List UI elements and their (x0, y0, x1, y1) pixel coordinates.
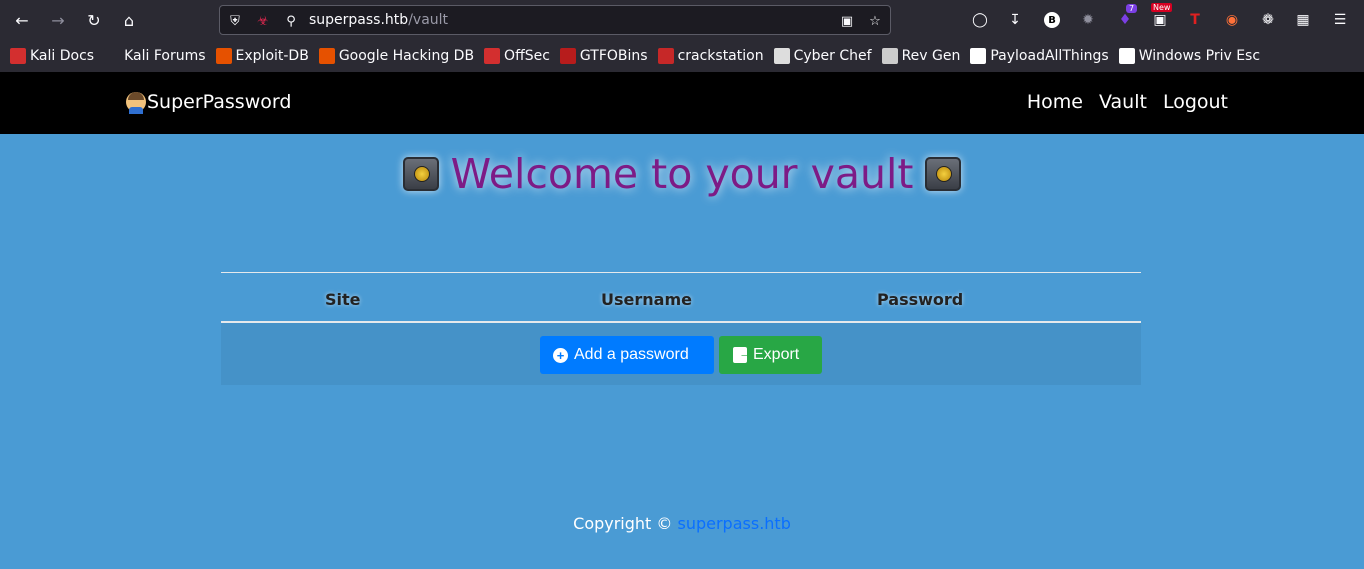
hamburger-menu-icon[interactable]: ☰ (1329, 9, 1351, 31)
table-row: + Add a password Export (221, 323, 1141, 385)
bookmark-label: Google Hacking DB (338, 48, 475, 64)
gtfobins-icon (559, 48, 576, 64)
nav-vault[interactable]: Vault (1099, 91, 1147, 113)
bookmark-label: Rev Gen (901, 48, 961, 64)
bookmark-item[interactable]: Windows Priv Esc (1118, 44, 1261, 68)
forward-arrow-icon[interactable]: → (46, 8, 70, 32)
column-username: Username (601, 290, 692, 309)
url-bar[interactable]: ⛨ ☣ ⚲ superpass.htb/vault ▣ ☆ (219, 5, 891, 35)
url-host: superpass.htb (309, 12, 409, 28)
table-header: Site Username Password (221, 272, 1141, 323)
bookmark-item[interactable]: GTFOBins (559, 44, 648, 68)
offsec-icon (484, 48, 501, 64)
pocket-icon[interactable]: ◯ (969, 9, 991, 31)
bookmark-item[interactable]: Google Hacking DB (318, 44, 475, 68)
bookmark-item[interactable]: Rev Gen (881, 44, 961, 68)
bookmark-label: PayloadAllThings (990, 48, 1109, 64)
bookmark-item[interactable]: Cyber Chef (773, 44, 872, 68)
footer-link[interactable]: superpass.htb (678, 514, 791, 533)
file-export-icon-wrap (732, 345, 753, 363)
browser-toolbar: ← → ↻ ⌂ ⛨ ☣ ⚲ superpass.htb/vault ▣ ☆ ◯ … (0, 0, 1364, 40)
footer: Copyright © superpass.htb (0, 514, 1364, 533)
extension-b-icon[interactable]: B (1041, 9, 1063, 31)
nav-links: Home Vault Logout (1011, 91, 1228, 113)
ghdb-icon (318, 48, 335, 64)
insecure-lock-icon[interactable]: ☣ (254, 12, 272, 30)
url-text[interactable]: superpass.htb/vault (309, 12, 448, 28)
safe-icon (402, 157, 439, 191)
bookmark-item[interactable]: PayloadAllThings (970, 44, 1109, 68)
bookmark-label: GTFOBins (579, 48, 648, 64)
nav-home[interactable]: Home (1027, 91, 1083, 113)
bookmark-label: Cyber Chef (793, 48, 872, 64)
bookmark-label: Exploit-DB (235, 48, 309, 64)
column-site: Site (325, 290, 361, 309)
page-title-text: Welcome to your vault (450, 150, 914, 198)
kali-dragon-icon (104, 48, 121, 64)
bookmark-label: OffSec (504, 48, 550, 64)
extensions-grid-icon[interactable]: ▦ (1292, 9, 1314, 31)
user-avatar-icon (126, 92, 146, 114)
new-badge: New (1151, 3, 1173, 12)
add-password-button[interactable]: + Add a password (540, 336, 714, 374)
brand-text: SuperPassword (147, 91, 292, 113)
extension-new-icon[interactable]: ▣ New (1149, 3, 1173, 31)
bookmark-item[interactable]: Kali Forums (104, 44, 206, 68)
site-navbar: SuperPassword Home Vault Logout (0, 72, 1364, 134)
brand-link[interactable]: SuperPassword (126, 91, 292, 114)
home-icon[interactable]: ⌂ (117, 8, 141, 32)
key-icon[interactable]: ⚲ (282, 12, 300, 30)
bookmark-item[interactable]: Kali Docs (10, 44, 94, 68)
extension-badge: 7 (1126, 4, 1138, 13)
copyright-text: Copyright © (573, 514, 678, 533)
downloads-icon[interactable]: ↧ (1004, 9, 1026, 31)
crackstation-icon (657, 48, 674, 64)
reload-icon[interactable]: ↻ (82, 8, 106, 32)
bookmarks-bar: Kali Docs Kali Forums Exploit-DB Google Hac… (0, 40, 1364, 72)
book-icon (1118, 48, 1135, 64)
back-arrow-icon[interactable]: ← (10, 8, 34, 32)
bookmark-label: Windows Priv Esc (1138, 48, 1261, 64)
vault-table: Site Username Password + Add a password … (221, 272, 1141, 385)
file-export-icon (732, 345, 753, 363)
cookie-icon[interactable]: ❁ (1257, 9, 1279, 31)
add-password-label: Add a password (574, 346, 689, 363)
bookmark-label: crackstation (677, 48, 764, 64)
kali-docs-icon (10, 48, 26, 64)
bookmark-label: Kali Forums (124, 48, 206, 64)
bookmark-item[interactable]: crackstation (657, 44, 764, 68)
export-label: Export (753, 346, 800, 363)
extension-purple-icon[interactable]: ♦ 7 (1114, 4, 1138, 31)
exploit-db-icon (215, 48, 232, 64)
bookmark-star-icon[interactable]: ☆ (866, 12, 884, 30)
bookmark-item[interactable]: OffSec (484, 44, 550, 68)
nav-logout[interactable]: Logout (1163, 91, 1228, 113)
bookmark-item[interactable]: Exploit-DB (215, 44, 309, 68)
export-button[interactable]: Export (719, 336, 822, 374)
shield-icon[interactable]: ⛨ (226, 12, 244, 30)
plus-circle-icon: + (553, 347, 568, 363)
github-icon (970, 48, 987, 64)
url-path: /vault (408, 12, 449, 28)
column-password: Password (877, 290, 964, 309)
safe-icon (925, 157, 962, 191)
extension-puzzle-icon[interactable]: ✹ (1077, 9, 1099, 31)
qr-code-icon[interactable]: ▣ (838, 12, 856, 30)
extension-fox-icon[interactable]: ◉ (1221, 9, 1243, 31)
extension-t-icon[interactable]: T (1184, 9, 1206, 31)
chef-hat-icon (773, 48, 790, 64)
skull-icon (881, 48, 898, 64)
page-title: Welcome to your vault (0, 150, 1364, 198)
bookmark-label: Kali Docs (30, 48, 95, 64)
